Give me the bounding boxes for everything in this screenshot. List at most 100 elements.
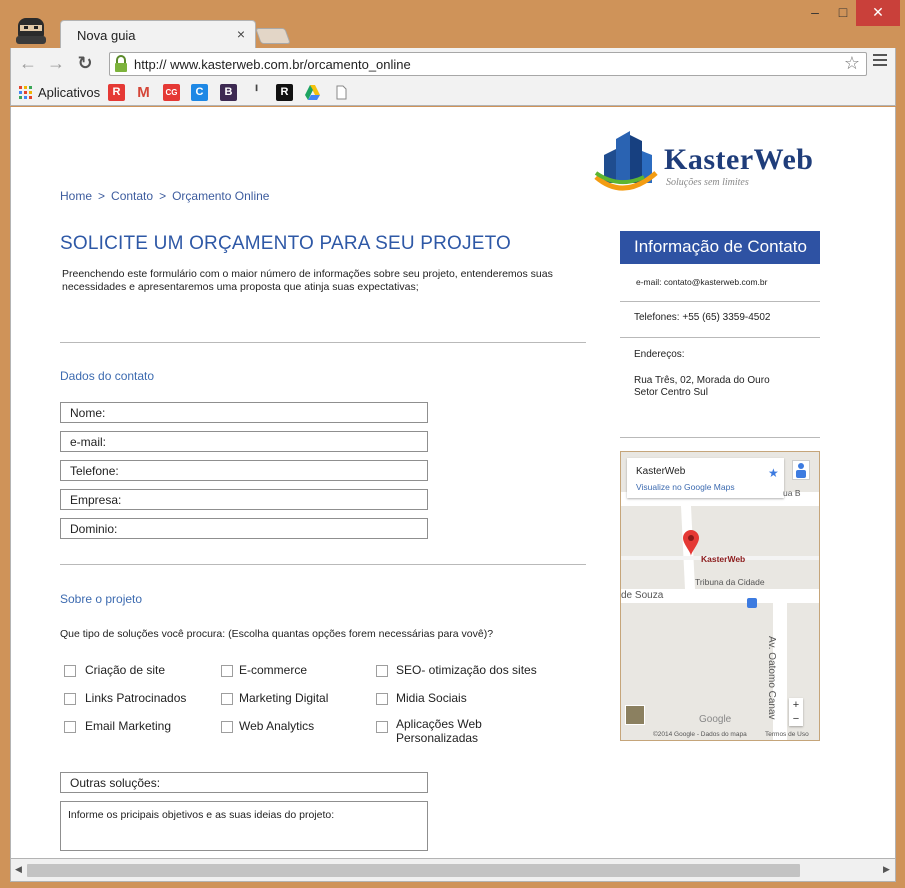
reload-icon[interactable]: ↻ xyxy=(74,53,96,74)
contact-info-header: Informação de Contato xyxy=(620,231,820,264)
intro-text: Preenchendo este formulário com o maior … xyxy=(62,268,553,293)
url-text: http:// www.kasterweb.com.br/orcamento_o… xyxy=(134,57,411,72)
checkbox-label: Marketing Digital xyxy=(239,691,329,705)
sidebar-address-line2: Setor Centro Sul xyxy=(634,387,708,398)
scroll-right-icon[interactable]: ▶ xyxy=(883,864,890,875)
place-label: Tribuna da Cidade xyxy=(695,577,765,587)
checkbox-links-patrocinados[interactable] xyxy=(64,693,76,705)
checkbox-web-analytics[interactable] xyxy=(221,721,233,733)
checkbox-ecommerce[interactable] xyxy=(221,665,233,677)
checkbox-criacao-site[interactable] xyxy=(64,665,76,677)
phone-field[interactable]: Telefone: xyxy=(60,460,428,481)
google-logo: Google xyxy=(699,714,732,725)
back-arrow-icon[interactable]: ← xyxy=(17,53,39,74)
solutions-question: Que tipo de soluções você procura: (Esco… xyxy=(60,628,494,640)
logo-buildings-icon xyxy=(594,131,658,191)
bookmark-b-icon[interactable]: B xyxy=(220,84,237,101)
address-bar[interactable]: http:// www.kasterweb.com.br/orcamento_o… xyxy=(109,52,867,76)
map-zoom-control[interactable]: + − xyxy=(789,698,803,726)
apps-grid-icon[interactable] xyxy=(19,86,33,100)
checkbox-label: Email Marketing xyxy=(85,719,172,733)
street-label: ua B xyxy=(783,488,801,498)
checkbox-marketing-digital[interactable] xyxy=(221,693,233,705)
breadcrumb-separator: > xyxy=(98,189,106,203)
checkbox-label: Criação de site xyxy=(85,663,166,677)
web-page: KasterWeb Soluções sem limites Home > Cont… xyxy=(10,107,896,858)
kasterweb-logo[interactable]: KasterWeb Soluções sem limites xyxy=(594,125,834,195)
other-solutions-field[interactable]: Outras soluções: xyxy=(60,772,428,793)
browser-toolbar: ← → ↻ http:// www.kasterweb.com.br/orcam… xyxy=(10,48,896,80)
zoom-out-button[interactable]: − xyxy=(789,712,803,726)
new-tab-button[interactable] xyxy=(255,28,291,44)
bookmark-r2-icon[interactable]: R xyxy=(276,84,293,101)
checkbox-label: Midia Sociais xyxy=(396,691,467,705)
map-card-title: KasterWeb xyxy=(636,466,686,477)
lock-icon xyxy=(115,55,127,72)
objectives-textarea[interactable]: Informe os pricipais objetivos e as suas… xyxy=(60,801,428,851)
checkbox-aplicacoes-web[interactable] xyxy=(376,721,388,733)
scroll-left-icon[interactable]: ◀ xyxy=(15,864,22,875)
checkbox-label: SEO- otimização dos sites xyxy=(396,663,537,677)
map-card-link[interactable]: Visualize no Google Maps xyxy=(636,482,735,492)
logo-tagline: Soluções sem limites xyxy=(666,177,749,188)
maximize-button[interactable]: □ xyxy=(828,0,858,26)
logo-name: KasterWeb xyxy=(664,143,814,176)
pin-label: KasterWeb xyxy=(701,554,746,564)
name-field[interactable]: Nome: xyxy=(60,402,428,423)
bookmark-c-icon[interactable]: C xyxy=(191,84,208,101)
map-pin-icon[interactable] xyxy=(683,530,699,556)
minimize-button[interactable]: – xyxy=(800,0,830,26)
satellite-thumbnail[interactable] xyxy=(625,705,645,725)
project-section-title: Sobre o projeto xyxy=(60,592,143,606)
breadcrumb-orcamento[interactable]: Orçamento Online xyxy=(172,189,269,203)
bookmarks-bar: Aplicativos R M CG C B ╹ R xyxy=(10,80,896,106)
bookmark-cg-icon[interactable]: CG xyxy=(163,84,180,101)
checkbox-label: Aplicações Web Personalizadas xyxy=(396,717,482,745)
window-close-button[interactable]: ✕ xyxy=(856,0,900,26)
tab-nova-guia[interactable]: Nova guia × xyxy=(60,20,256,48)
browser-window: Nova guia × – □ ✕ ← → ↻ http:// www.kast… xyxy=(0,0,905,888)
zoom-in-button[interactable]: + xyxy=(789,698,803,712)
bookmark-r-icon[interactable]: R xyxy=(108,84,125,101)
checkbox-label: Links Patrocinados xyxy=(85,691,187,705)
divider xyxy=(620,437,820,438)
scrollbar-thumb[interactable] xyxy=(27,864,800,877)
contact-section-title: Dados do contato xyxy=(60,369,155,383)
profile-ninja-icon[interactable] xyxy=(14,14,48,46)
breadcrumb-home[interactable]: Home xyxy=(60,189,92,203)
breadcrumb-contato[interactable]: Contato xyxy=(111,189,153,203)
street-label: Av. Oatomo Canav xyxy=(766,636,777,720)
bookmark-star-icon[interactable]: ☆ xyxy=(844,53,860,74)
checkbox-seo[interactable] xyxy=(376,665,388,677)
sidebar-address-label: Endereços: xyxy=(634,349,685,360)
sidebar-email: e-mail: contato@kasterweb.com.br xyxy=(636,277,768,287)
sidebar-address-line1: Rua Três, 02, Morada do Ouro xyxy=(634,375,770,386)
apps-label[interactable]: Aplicativos xyxy=(38,85,100,100)
page-title: SOLICITE UM ORÇAMENTO PARA SEU PROJETO xyxy=(60,233,512,254)
company-field[interactable]: Empresa: xyxy=(60,489,428,510)
forward-arrow-icon[interactable]: → xyxy=(45,53,67,74)
map-star-icon[interactable]: ★ xyxy=(768,466,779,480)
close-icon[interactable]: × xyxy=(237,26,245,42)
divider xyxy=(620,301,820,302)
page-icon[interactable] xyxy=(333,84,350,101)
street-label: de Souza xyxy=(621,590,664,601)
google-map[interactable]: KasterWeb Visualize no Google Maps ★ ua … xyxy=(620,451,820,741)
map-footer-terms[interactable]: Termos de Uso xyxy=(765,731,809,738)
divider xyxy=(620,337,820,338)
bus-stop-icon xyxy=(747,598,757,608)
email-field[interactable]: e-mail: xyxy=(60,431,428,452)
horizontal-scrollbar[interactable]: ◀ ▶ xyxy=(10,858,896,882)
checkbox-email-marketing[interactable] xyxy=(64,721,76,733)
breadcrumb: Home > Contato > Orçamento Online xyxy=(60,189,269,203)
map-info-card: KasterWeb Visualize no Google Maps ★ xyxy=(627,458,784,498)
pin-icon[interactable]: ╹ xyxy=(248,84,265,101)
menu-icon[interactable] xyxy=(873,54,887,69)
pegman-icon[interactable] xyxy=(792,460,810,480)
drive-icon[interactable] xyxy=(304,84,321,101)
divider xyxy=(60,564,586,565)
breadcrumb-separator: > xyxy=(159,189,167,203)
checkbox-midia-sociais[interactable] xyxy=(376,693,388,705)
gmail-icon[interactable]: M xyxy=(135,84,152,101)
domain-field[interactable]: Dominio: xyxy=(60,518,428,539)
